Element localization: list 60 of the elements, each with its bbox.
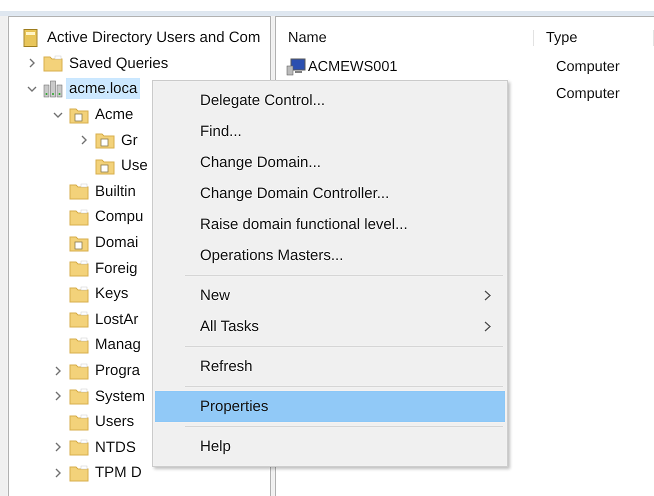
tree-item[interactable]: Progra <box>92 360 144 382</box>
table-cell: ACMEWS001 <box>308 58 398 74</box>
menu-item[interactable]: All Tasks <box>155 311 505 342</box>
folder-document-icon <box>69 106 89 124</box>
menu-item[interactable]: Change Domain Controller... <box>155 178 505 209</box>
tree-item[interactable]: acme.loca <box>66 78 140 100</box>
folder-icon <box>69 362 89 380</box>
table-cell-text: Computer <box>555 58 620 74</box>
tree-item[interactable]: System <box>92 386 148 407</box>
tree-item[interactable]: Gr <box>118 130 141 151</box>
expand-chevron-icon[interactable] <box>53 468 63 478</box>
collapse-chevron-icon[interactable] <box>53 110 63 120</box>
tree-item[interactable]: Acme <box>92 104 136 126</box>
tree-item[interactable]: Domai <box>92 232 142 254</box>
menu-item[interactable]: Find... <box>155 116 505 147</box>
expand-chevron-icon[interactable] <box>79 135 89 146</box>
table-cell-text: Computer <box>555 86 620 102</box>
tree-item[interactable]: TPM D <box>92 462 145 484</box>
folder-icon <box>69 259 89 278</box>
tree-item[interactable]: LostAr <box>92 308 142 330</box>
tree-item[interactable]: Foreig <box>92 258 141 279</box>
column-header[interactable]: Type <box>534 30 654 46</box>
tree-item[interactable]: Builtin <box>92 180 139 202</box>
folder-icon <box>69 387 89 406</box>
folder-icon <box>43 54 63 72</box>
menu-item[interactable]: Operations Masters... <box>155 240 505 271</box>
tree-item[interactable]: Compu <box>92 206 146 228</box>
folder-icon <box>69 438 89 456</box>
tree-item[interactable]: Manag <box>92 334 144 356</box>
column-header[interactable]: Name <box>276 30 534 46</box>
folder-icon <box>69 182 89 200</box>
menu-item[interactable]: Help <box>155 431 505 462</box>
tree-item[interactable]: NTDS <box>92 436 139 458</box>
menu-item[interactable]: Change Domain... <box>155 147 505 178</box>
menu-item[interactable]: Raise domain functional level... <box>155 209 505 240</box>
folder-document-icon <box>95 131 115 150</box>
tree-item[interactable]: Users <box>92 411 138 432</box>
tree-item[interactable]: Saved Queries <box>66 52 172 74</box>
menu-item[interactable]: Refresh <box>155 351 505 382</box>
expand-chevron-icon[interactable] <box>27 58 37 68</box>
folder-icon <box>69 284 89 303</box>
menu-item[interactable]: Delegate Control... <box>155 85 505 116</box>
folder-icon <box>69 310 89 328</box>
folder-icon <box>69 336 89 354</box>
computer-icon <box>286 58 306 76</box>
folder-document-icon <box>95 156 115 175</box>
expand-chevron-icon[interactable] <box>53 442 63 452</box>
folder-icon <box>69 464 89 482</box>
servers-icon <box>43 80 63 98</box>
expand-chevron-icon[interactable] <box>53 391 63 402</box>
menu-item[interactable]: Properties <box>155 391 505 422</box>
collapse-chevron-icon[interactable] <box>27 84 37 94</box>
folder-document-icon <box>69 234 89 252</box>
expand-chevron-icon[interactable] <box>53 366 63 376</box>
folder-icon <box>69 208 89 226</box>
folder-icon <box>69 412 89 431</box>
tree-item[interactable]: Active Directory Users and Com <box>44 27 264 48</box>
tree-item[interactable]: Use <box>118 155 151 176</box>
tree-item[interactable]: Keys <box>92 283 132 304</box>
menu-item[interactable]: New <box>155 280 505 311</box>
